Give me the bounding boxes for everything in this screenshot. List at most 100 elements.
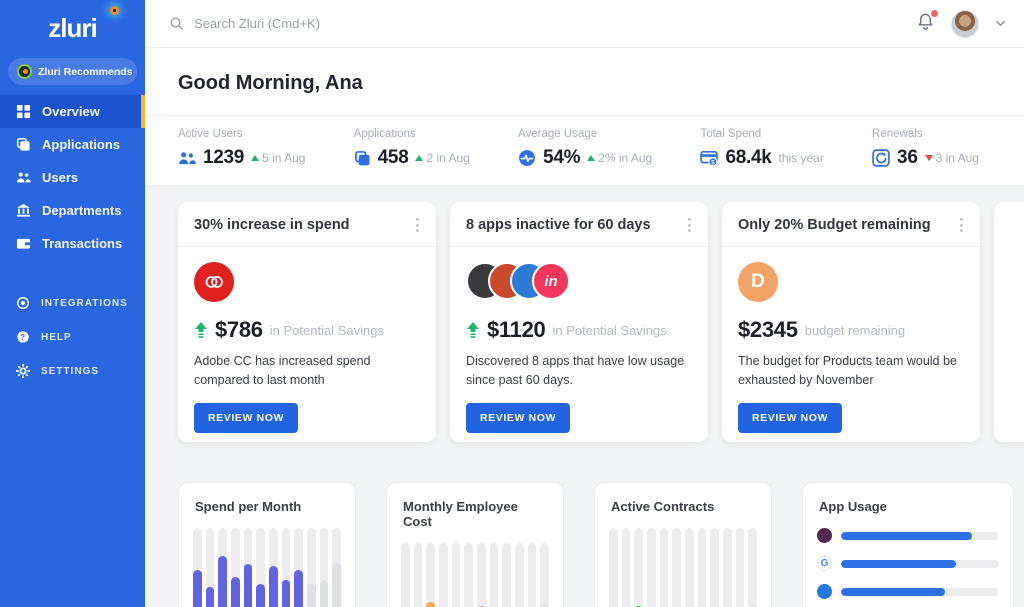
topbar-right — [916, 7, 1006, 38]
chart-title: Spend per Month — [195, 499, 302, 514]
amount-suffix: in Potential Savings — [269, 322, 384, 338]
sidebar-item-overview[interactable]: Overview — [0, 95, 145, 128]
bar-track — [710, 528, 720, 607]
bar-track — [515, 543, 524, 607]
stat-label: Applications — [353, 128, 416, 140]
bar — [319, 581, 329, 607]
sidebar-item-departments[interactable]: Departments — [0, 194, 145, 227]
chart-card-active-contracts: Active Contracts — [594, 482, 772, 607]
bar-track — [735, 528, 745, 607]
savings-amount: $786 — [215, 317, 263, 342]
bar-track — [477, 543, 486, 607]
review-now-button[interactable]: REVIEW NOW — [466, 402, 570, 433]
amount-suffix: budget remaining — [804, 322, 906, 338]
notifications-button[interactable] — [916, 7, 940, 36]
chart-title: Active Contracts — [611, 499, 715, 514]
question-icon: ? — [17, 331, 29, 343]
review-now-button[interactable]: REVIEW NOW — [738, 402, 842, 433]
apps-icon — [354, 150, 370, 165]
spend-per-month-chart — [193, 528, 342, 607]
bar-track — [723, 528, 732, 607]
main-area: Good Morning, Ana Active Users 1239 5 in… — [145, 0, 1024, 607]
bar-track — [672, 528, 682, 607]
bar-track — [231, 528, 240, 607]
avatar[interactable] — [951, 9, 979, 38]
usage-bar — [841, 559, 957, 568]
chart-card-spend-per-month: Spend per Month — [178, 482, 356, 607]
savings-amount: $1120 — [487, 317, 546, 342]
sidebar-item-transactions[interactable]: Transactions — [0, 227, 145, 260]
usage-bar-track — [841, 559, 999, 568]
grid-icon — [16, 104, 31, 119]
logo-text: zluri — [48, 13, 97, 43]
sidebar-item-users[interactable]: Users — [0, 161, 145, 194]
sidebar-item-label: Applications — [42, 137, 121, 152]
chart-card-app-usage: App Usage GG — [802, 482, 1014, 607]
sidebar-item-integrations[interactable]: INTEGRATIONS — [0, 286, 145, 320]
chart-cards-row: Spend per Month Monthly Employee Cost Ac… — [178, 482, 1024, 607]
bar-track — [439, 543, 448, 607]
bar — [269, 565, 278, 607]
bar — [332, 563, 342, 607]
insight-card-spend-increase: 30% increase in spend $786 in Potential … — [178, 202, 436, 442]
card-menu-button[interactable] — [685, 215, 694, 235]
sidebar-nav: Overview Applications Users Departments … — [0, 95, 145, 260]
sidebar-secondary-nav: INTEGRATIONS ? HELP SETTINGS — [0, 286, 145, 388]
card-menu-button[interactable] — [413, 215, 422, 235]
content: Good Morning, Ana Active Users 1239 5 in… — [145, 48, 1024, 607]
chart-card-monthly-employee-cost: Monthly Employee Cost — [386, 482, 564, 607]
bar-track — [659, 528, 669, 607]
credit-card-icon: $ — [700, 150, 719, 167]
budget-amount: $2345 — [738, 317, 798, 342]
bar-track — [193, 528, 202, 607]
active-contracts-chart — [609, 528, 758, 607]
stat-applications: Applications 458 2 in Aug — [354, 128, 470, 169]
insight-card-inactive-apps: 8 apps inactive for 60 days in $1120 in … — [450, 202, 708, 442]
invision-icon: in — [532, 262, 570, 300]
stat-label: Average Usage — [518, 128, 598, 140]
review-now-button[interactable]: REVIEW NOW — [194, 402, 298, 433]
sidebar-item-label: INTEGRATIONS — [41, 297, 128, 309]
bar-track — [401, 543, 410, 607]
bar-track — [464, 543, 474, 607]
growth-arrow-icon — [195, 322, 207, 338]
bar-track — [269, 528, 278, 607]
apps-copy-icon — [16, 137, 30, 151]
zluri-recommends-button[interactable]: Zluri Recommends — [8, 58, 137, 85]
chart-title: Monthly Employee Cost — [403, 499, 518, 529]
stat-delta: 2 in Aug — [415, 151, 470, 165]
bar-track — [634, 528, 644, 607]
app-usage-row — [817, 584, 999, 599]
card-description: Adobe CC has increased spend compared to… — [194, 354, 371, 387]
card-title: Only 20% Budget remaining — [738, 217, 931, 233]
blue-app-icon — [817, 584, 832, 599]
sidebar-item-applications[interactable]: Applications — [0, 128, 145, 161]
sidebar-item-label: HELP — [41, 331, 72, 343]
wallet-icon — [16, 238, 31, 249]
usage-bar-track — [841, 587, 999, 596]
card-menu-button[interactable] — [957, 215, 966, 235]
bar-track — [332, 528, 342, 607]
card-title: 8 apps inactive for 60 days — [466, 217, 651, 233]
stat-label: Total Spend — [700, 128, 762, 140]
app-usage-chart: GG — [817, 528, 999, 607]
sidebar-item-label: Overview — [42, 104, 100, 119]
chart-title: App Usage — [819, 499, 887, 514]
stat-delta: 3 in Aug — [924, 151, 979, 165]
people-icon — [16, 172, 31, 183]
chevron-down-icon[interactable] — [995, 18, 1006, 29]
sidebar-item-label: SETTINGS — [41, 365, 100, 377]
stat-delta: this year — [778, 151, 824, 165]
search-input[interactable] — [194, 16, 906, 31]
sidebar-item-settings[interactable]: SETTINGS — [0, 354, 145, 388]
card-title: 30% increase in spend — [194, 217, 350, 233]
sidebar-item-help[interactable]: ? HELP — [0, 320, 145, 354]
bar-track — [243, 528, 253, 607]
header-band: Good Morning, Ana Active Users 1239 5 in… — [145, 48, 1024, 185]
bar-track — [319, 528, 329, 607]
usage-pulse-icon — [519, 150, 535, 166]
stat-renewals: Renewals 36 3 in Aug — [872, 128, 979, 169]
insight-cards-row: 30% increase in spend $786 in Potential … — [178, 202, 1024, 442]
global-search[interactable] — [169, 16, 906, 31]
zluri-logo: zluri — [0, 0, 145, 54]
